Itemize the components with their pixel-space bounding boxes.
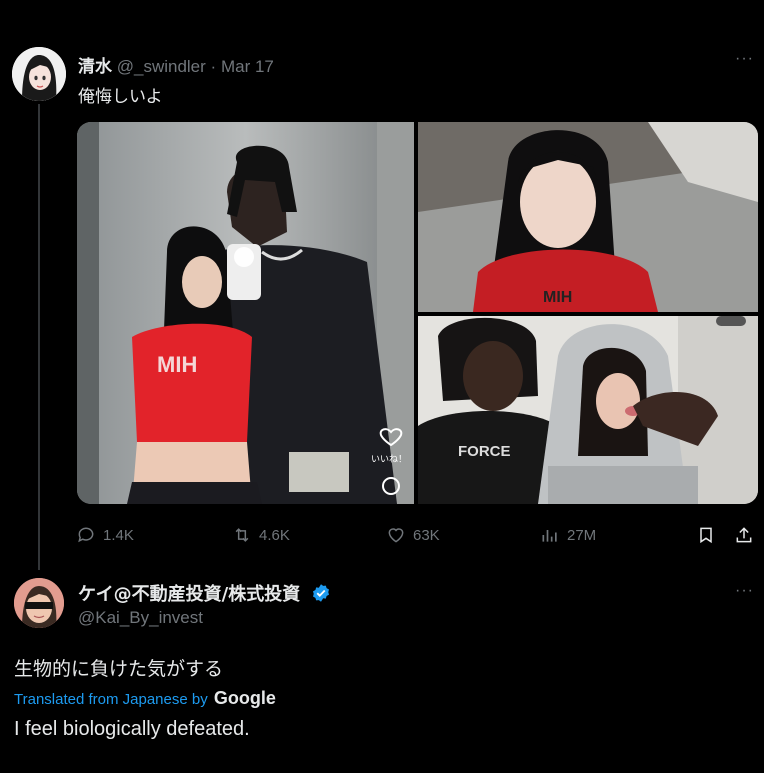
views-button[interactable]: 27M [540,525,596,545]
separator: · [210,57,217,76]
more-options-icon[interactable]: ··· [735,582,754,600]
svg-text:MIH: MIH [157,352,197,377]
share-button[interactable] [734,525,754,545]
display-name[interactable]: 清水 [78,57,112,76]
thread-line [38,104,40,570]
reply-text: 生物的に負けた気がする [14,658,224,680]
translator-name: Google [213,688,276,708]
svg-text:MIH: MIH [543,289,572,306]
retweet-button[interactable]: 4.6K [232,525,290,545]
like-button[interactable]: 63K [386,525,440,545]
svg-text:FORCE: FORCE [458,443,511,460]
views-count: 27M [567,526,597,544]
media-photo-couple[interactable]: FORCE [418,316,758,504]
reply-header: ケイ@不動産投資/株式投資 [78,580,331,606]
handle[interactable]: @Kai_By_invest [78,608,203,628]
retweet-count: 4.6K [259,526,290,544]
bookmark-button[interactable] [696,525,716,545]
verified-icon [312,584,329,602]
views-icon [542,530,557,542]
reply-button[interactable]: 1.4K [76,525,134,545]
share-icon [736,527,752,543]
avatar[interactable] [12,47,66,101]
tweet-date[interactable]: Mar 17 [221,57,274,76]
like-count: 63K [413,526,440,544]
media-photo-selfie[interactable]: MIH [418,122,758,312]
tweet-header: 清水 @_swindler · Mar 17 [78,52,274,77]
translation-text: I feel biologically defeated. [14,718,250,740]
bookmark-icon [700,527,712,544]
handle[interactable]: @_swindler [117,57,206,76]
translated-label: Translated from Japanese by [14,691,208,708]
translation-attribution[interactable]: Translated from Japanese by Google [14,688,276,709]
reply-icon [78,527,94,543]
tweet-text: 俺悔しいよ [78,87,163,107]
more-options-icon[interactable]: ··· [735,50,754,68]
media-photo-mirror-selfie[interactable]: MIH いいね！ [77,122,414,504]
avatar[interactable] [14,578,64,628]
reply-count: 1.4K [103,526,134,544]
photo-caption: いいね！ [371,455,408,465]
retweet-icon [235,528,249,542]
like-icon [388,528,404,543]
display-name[interactable]: ケイ@不動産投資/株式投資 [78,584,300,605]
